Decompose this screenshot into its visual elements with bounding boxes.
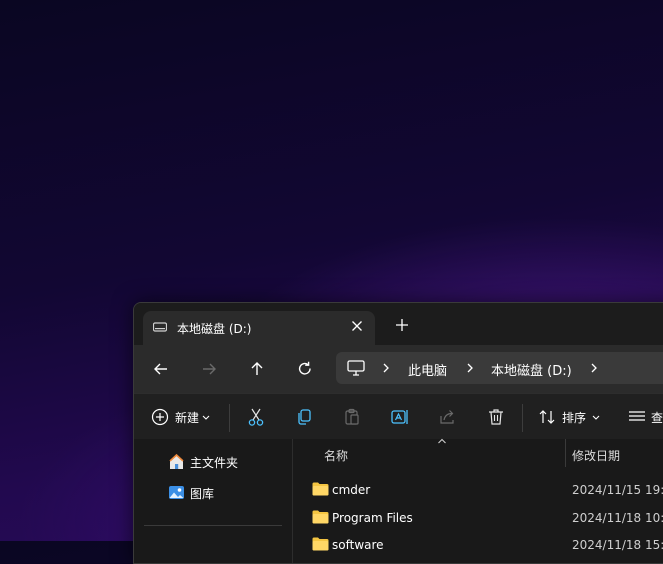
file-row-software[interactable]: software 2024/11/18 15:2: [293, 531, 663, 559]
toolbar-divider: [522, 404, 523, 432]
back-icon[interactable]: [151, 359, 171, 379]
refresh-icon[interactable]: [295, 359, 315, 379]
share-icon[interactable]: [438, 407, 458, 427]
rename-icon[interactable]: [390, 407, 410, 427]
chevron-down-icon[interactable]: [201, 408, 211, 428]
file-modified-date: 2024/11/18 15:2: [572, 538, 663, 552]
sort-ascending-caret-icon: [437, 437, 447, 445]
chevron-right-icon[interactable]: [587, 360, 601, 376]
sidebar-divider: [144, 525, 282, 526]
chevron-right-icon[interactable]: [379, 360, 393, 376]
sidebar-item-label: 图库: [190, 487, 215, 501]
drive-icon: [153, 322, 167, 332]
title-bar: 本地磁盘 (D:): [134, 303, 663, 345]
file-name: cmder: [332, 483, 371, 497]
file-modified-date: 2024/11/18 10:0: [572, 511, 663, 525]
home-icon: [168, 453, 185, 470]
up-icon[interactable]: [247, 359, 267, 379]
file-modified-date: 2024/11/15 19:5: [572, 483, 663, 497]
file-name: software: [332, 538, 384, 552]
forward-icon[interactable]: [199, 359, 219, 379]
this-pc-icon: [347, 360, 365, 376]
folder-icon: [312, 510, 329, 524]
view-list-icon[interactable]: [627, 407, 647, 427]
folder-icon: [312, 537, 329, 551]
file-row-cmder[interactable]: cmder 2024/11/15 19:5: [293, 476, 663, 504]
paste-icon[interactable]: [342, 407, 362, 427]
file-list: 名称 修改日期 cmder 2024/11/15 19:5 Program Fi…: [293, 437, 663, 563]
tab-title: 本地磁盘 (D:): [177, 322, 252, 336]
delete-icon[interactable]: [486, 407, 506, 427]
column-header-name[interactable]: 名称: [324, 447, 348, 464]
copy-icon[interactable]: [294, 407, 314, 427]
address-bar[interactable]: 此电脑 本地磁盘 (D:): [336, 352, 663, 384]
view-button-label[interactable]: 查: [651, 409, 663, 426]
content-area: 主文件夹 图库 名称 修改日期 cmder 2024/11/15 19:5 Pr…: [134, 437, 663, 563]
column-divider[interactable]: [565, 439, 566, 467]
file-name: Program Files: [332, 511, 413, 525]
navigation-bar: 此电脑 本地磁盘 (D:): [134, 345, 663, 393]
chevron-down-icon[interactable]: [591, 408, 601, 428]
file-explorer-window: 本地磁盘 (D:) 此电脑 本地磁盘 (D:) 新建 排序 查 主文件夹 图库 …: [133, 302, 663, 564]
breadcrumb-local-disk[interactable]: 本地磁盘 (D:): [491, 360, 572, 379]
file-row-program-files[interactable]: Program Files 2024/11/18 10:0: [293, 504, 663, 532]
new-button-label[interactable]: 新建: [175, 409, 199, 426]
sort-button-label[interactable]: 排序: [562, 409, 586, 426]
close-tab-icon[interactable]: [347, 316, 367, 336]
new-plus-icon[interactable]: [150, 407, 170, 427]
chevron-right-icon[interactable]: [463, 360, 477, 376]
new-tab-icon[interactable]: [394, 317, 410, 333]
cut-icon[interactable]: [246, 407, 266, 427]
gallery-icon: [168, 484, 185, 501]
command-bar: 新建 排序 查: [134, 393, 663, 441]
sort-icon[interactable]: [537, 407, 557, 427]
column-header-modified[interactable]: 修改日期: [572, 447, 620, 464]
toolbar-divider: [229, 404, 230, 432]
tab-local-disk[interactable]: 本地磁盘 (D:): [143, 311, 375, 345]
folder-icon: [312, 482, 329, 496]
sidebar-item-label: 主文件夹: [190, 456, 239, 470]
breadcrumb-this-pc[interactable]: 此电脑: [408, 360, 447, 379]
navigation-pane: 主文件夹 图库: [134, 439, 293, 563]
